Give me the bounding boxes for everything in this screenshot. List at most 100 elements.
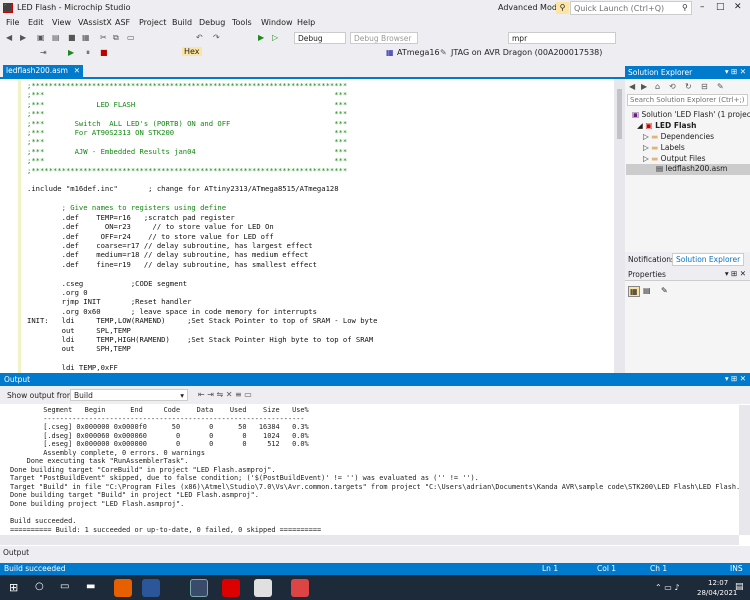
code-line[interactable]: INIT: ldi TEMP,LOW(RAMEND) ;Set Stack Po… — [27, 316, 378, 325]
tab-close-icon[interactable]: ✕ — [74, 66, 80, 75]
code-line[interactable]: .org 0x60 ; leave space in code memory f… — [27, 307, 378, 316]
start-icon[interactable]: ⊞ — [9, 581, 18, 594]
code-line[interactable]: .org 0 — [27, 288, 378, 297]
tree-item-output-files[interactable]: ▷ ▬ Output Files — [643, 154, 706, 163]
code-line[interactable]: .def fine=r19 // delay subroutine, has s… — [27, 260, 378, 269]
refresh-icon[interactable]: ↻ — [685, 82, 692, 91]
tab-solution-explorer[interactable]: Solution Explorer — [672, 253, 745, 266]
code-line[interactable] — [27, 269, 378, 278]
close-button[interactable]: ✕ — [734, 2, 742, 12]
tree-item-ledflash200[interactable]: ▤ ledflash200.asm — [626, 164, 750, 175]
tree-item-dependencies[interactable]: ▷ ▬ Dependencies — [643, 132, 714, 141]
microchip-studio-icon[interactable] — [190, 579, 208, 597]
kanda-icon[interactable] — [291, 579, 309, 597]
tree-solution[interactable]: ▣ Solution 'LED Flash' (1 project) — [632, 110, 750, 119]
quick-launch-input[interactable]: Quick Launch (Ctrl+Q) — [570, 1, 692, 15]
property-pages-icon[interactable]: ✎ — [661, 286, 668, 295]
minimize-button[interactable]: – — [700, 2, 705, 12]
menu-build[interactable]: Build — [172, 18, 192, 27]
clock-time[interactable]: 12:07 — [708, 579, 728, 587]
start-debug-icon[interactable]: ▶ — [258, 33, 264, 42]
menu-view[interactable]: View — [52, 18, 71, 27]
scroll-thumb[interactable] — [617, 89, 622, 139]
menu-project[interactable]: Project — [139, 18, 166, 27]
expand-icon[interactable]: ▷ — [643, 143, 649, 152]
menu-file[interactable]: File — [6, 18, 19, 27]
tree-item-labels[interactable]: ▷ ▬ Labels — [643, 143, 685, 152]
clock-date[interactable]: 28/04/2021 — [697, 589, 737, 597]
code-line[interactable]: .def TEMP=r16 ;scratch pad register — [27, 213, 378, 222]
save-icon[interactable]: ■ — [68, 33, 76, 42]
filter-icon[interactable]: ⚲ — [556, 2, 569, 14]
code-line[interactable]: ;***************************************… — [27, 81, 378, 90]
panel-close-icon[interactable]: ▾ ⊞ ✕ — [725, 67, 746, 76]
advanced-mode-label[interactable]: Advanced Mode — [498, 3, 562, 12]
code-line[interactable]: ; Give names to registers using define — [27, 203, 378, 212]
step-into-icon[interactable]: ⇥ — [40, 48, 47, 57]
code-line[interactable]: ;*** AJW - Embedded Results jan04 *** — [27, 147, 378, 156]
code-line[interactable]: out SPL,TEMP — [27, 326, 378, 335]
tab-ledflash200[interactable]: ledflash200.asm ✕ — [3, 65, 83, 77]
file-explorer-icon[interactable]: ▬ — [86, 581, 95, 592]
code-line[interactable]: ;*** *** — [27, 109, 378, 118]
explorer-app-icon[interactable] — [142, 579, 160, 597]
code-line[interactable]: ;*** *** — [27, 156, 378, 165]
code-line[interactable]: ;*** *** — [27, 90, 378, 99]
code-line[interactable]: .include "m16def.inc" ; change for ATtin… — [27, 184, 378, 193]
code-line[interactable]: ;*** For AT90S2313 ON STK200 *** — [27, 128, 378, 137]
panel-controls-icon[interactable]: ▾ ⊞ ✕ — [725, 374, 746, 383]
back-icon[interactable]: ◀ — [629, 82, 635, 91]
code-line[interactable]: .cseg ;CODE segment — [27, 279, 378, 288]
code-line[interactable]: .def medium=r18 // delay subroutine, has… — [27, 250, 378, 259]
tree-project[interactable]: ◢ ▣ LED Flash — [637, 121, 696, 130]
tab-notifications[interactable]: Notifications — [628, 255, 675, 264]
menu-asf[interactable]: ASF — [115, 18, 130, 27]
redo-icon[interactable]: ↷ — [213, 33, 220, 42]
firefox-icon[interactable] — [114, 579, 132, 597]
panel-controls-icon[interactable]: ▾ ⊞ ✕ — [725, 269, 746, 278]
new-project-icon[interactable]: ▣ — [37, 33, 45, 42]
cut-icon[interactable]: ✂ — [100, 33, 107, 42]
acrobat-icon[interactable] — [222, 579, 240, 597]
alphabetical-icon[interactable]: ▤ — [643, 286, 651, 295]
code-line[interactable]: ;***************************************… — [27, 166, 378, 175]
tray-icons[interactable]: ⌃ ▭ ♪ — [655, 583, 679, 592]
code-line[interactable]: ldi TEMP,0xFF — [27, 363, 378, 372]
continue-icon[interactable]: ▶ — [68, 48, 74, 57]
code-text[interactable]: ;***************************************… — [27, 81, 378, 373]
debug-tool-label[interactable]: JTAG on AVR Dragon (00A200017538) — [451, 48, 602, 57]
app-icon[interactable] — [254, 579, 272, 597]
stop-icon[interactable]: ■ — [100, 48, 108, 57]
expand-icon[interactable]: ◢ — [637, 121, 643, 130]
maximize-button[interactable]: □ — [716, 2, 725, 12]
code-line[interactable]: ;*** Switch ALL LED's (PORTB) ON and OFF… — [27, 119, 378, 128]
expand-icon[interactable]: ▷ — [643, 132, 649, 141]
save-all-icon[interactable]: ▦ — [82, 33, 90, 42]
code-line[interactable]: ;*** *** — [27, 137, 378, 146]
notifications-icon[interactable]: ▤ — [735, 582, 744, 592]
tab-output[interactable]: Output — [3, 548, 29, 557]
menu-window[interactable]: Window — [261, 18, 293, 27]
sync-icon[interactable]: ⟲ — [669, 82, 676, 91]
menu-debug[interactable]: Debug — [199, 18, 225, 27]
code-line[interactable]: .def ON=r23 // to store value for LED On — [27, 222, 378, 231]
find-input[interactable]: mpr — [508, 32, 616, 44]
solution-search-input[interactable]: Search Solution Explorer (Ctrl+;) — [627, 94, 748, 106]
debug-browser-select[interactable]: Debug Browser — [350, 32, 418, 44]
editor-vertical-scrollbar[interactable] — [614, 79, 625, 373]
back-icon[interactable]: ◀ — [6, 33, 12, 42]
break-all-icon[interactable]: ⏸ — [86, 48, 90, 58]
code-line[interactable] — [27, 175, 378, 184]
menu-help[interactable]: Help — [297, 18, 315, 27]
undo-icon[interactable]: ↶ — [196, 33, 203, 42]
code-line[interactable]: ;*** LED FLASH *** — [27, 100, 378, 109]
code-line[interactable] — [27, 354, 378, 363]
categorized-icon[interactable]: ▦ — [628, 286, 640, 297]
config-select[interactable]: Debug — [294, 32, 346, 44]
task-view-icon[interactable]: ▭ — [60, 581, 69, 592]
menu-tools[interactable]: Tools — [232, 18, 252, 27]
code-line[interactable]: ldi TEMP,HIGH(RAMEND) ;Set Stack Pointer… — [27, 335, 378, 344]
search-icon[interactable]: ○ — [35, 581, 44, 592]
forward-icon[interactable]: ▶ — [641, 82, 647, 91]
output-horizontal-scrollbar[interactable] — [0, 535, 739, 545]
